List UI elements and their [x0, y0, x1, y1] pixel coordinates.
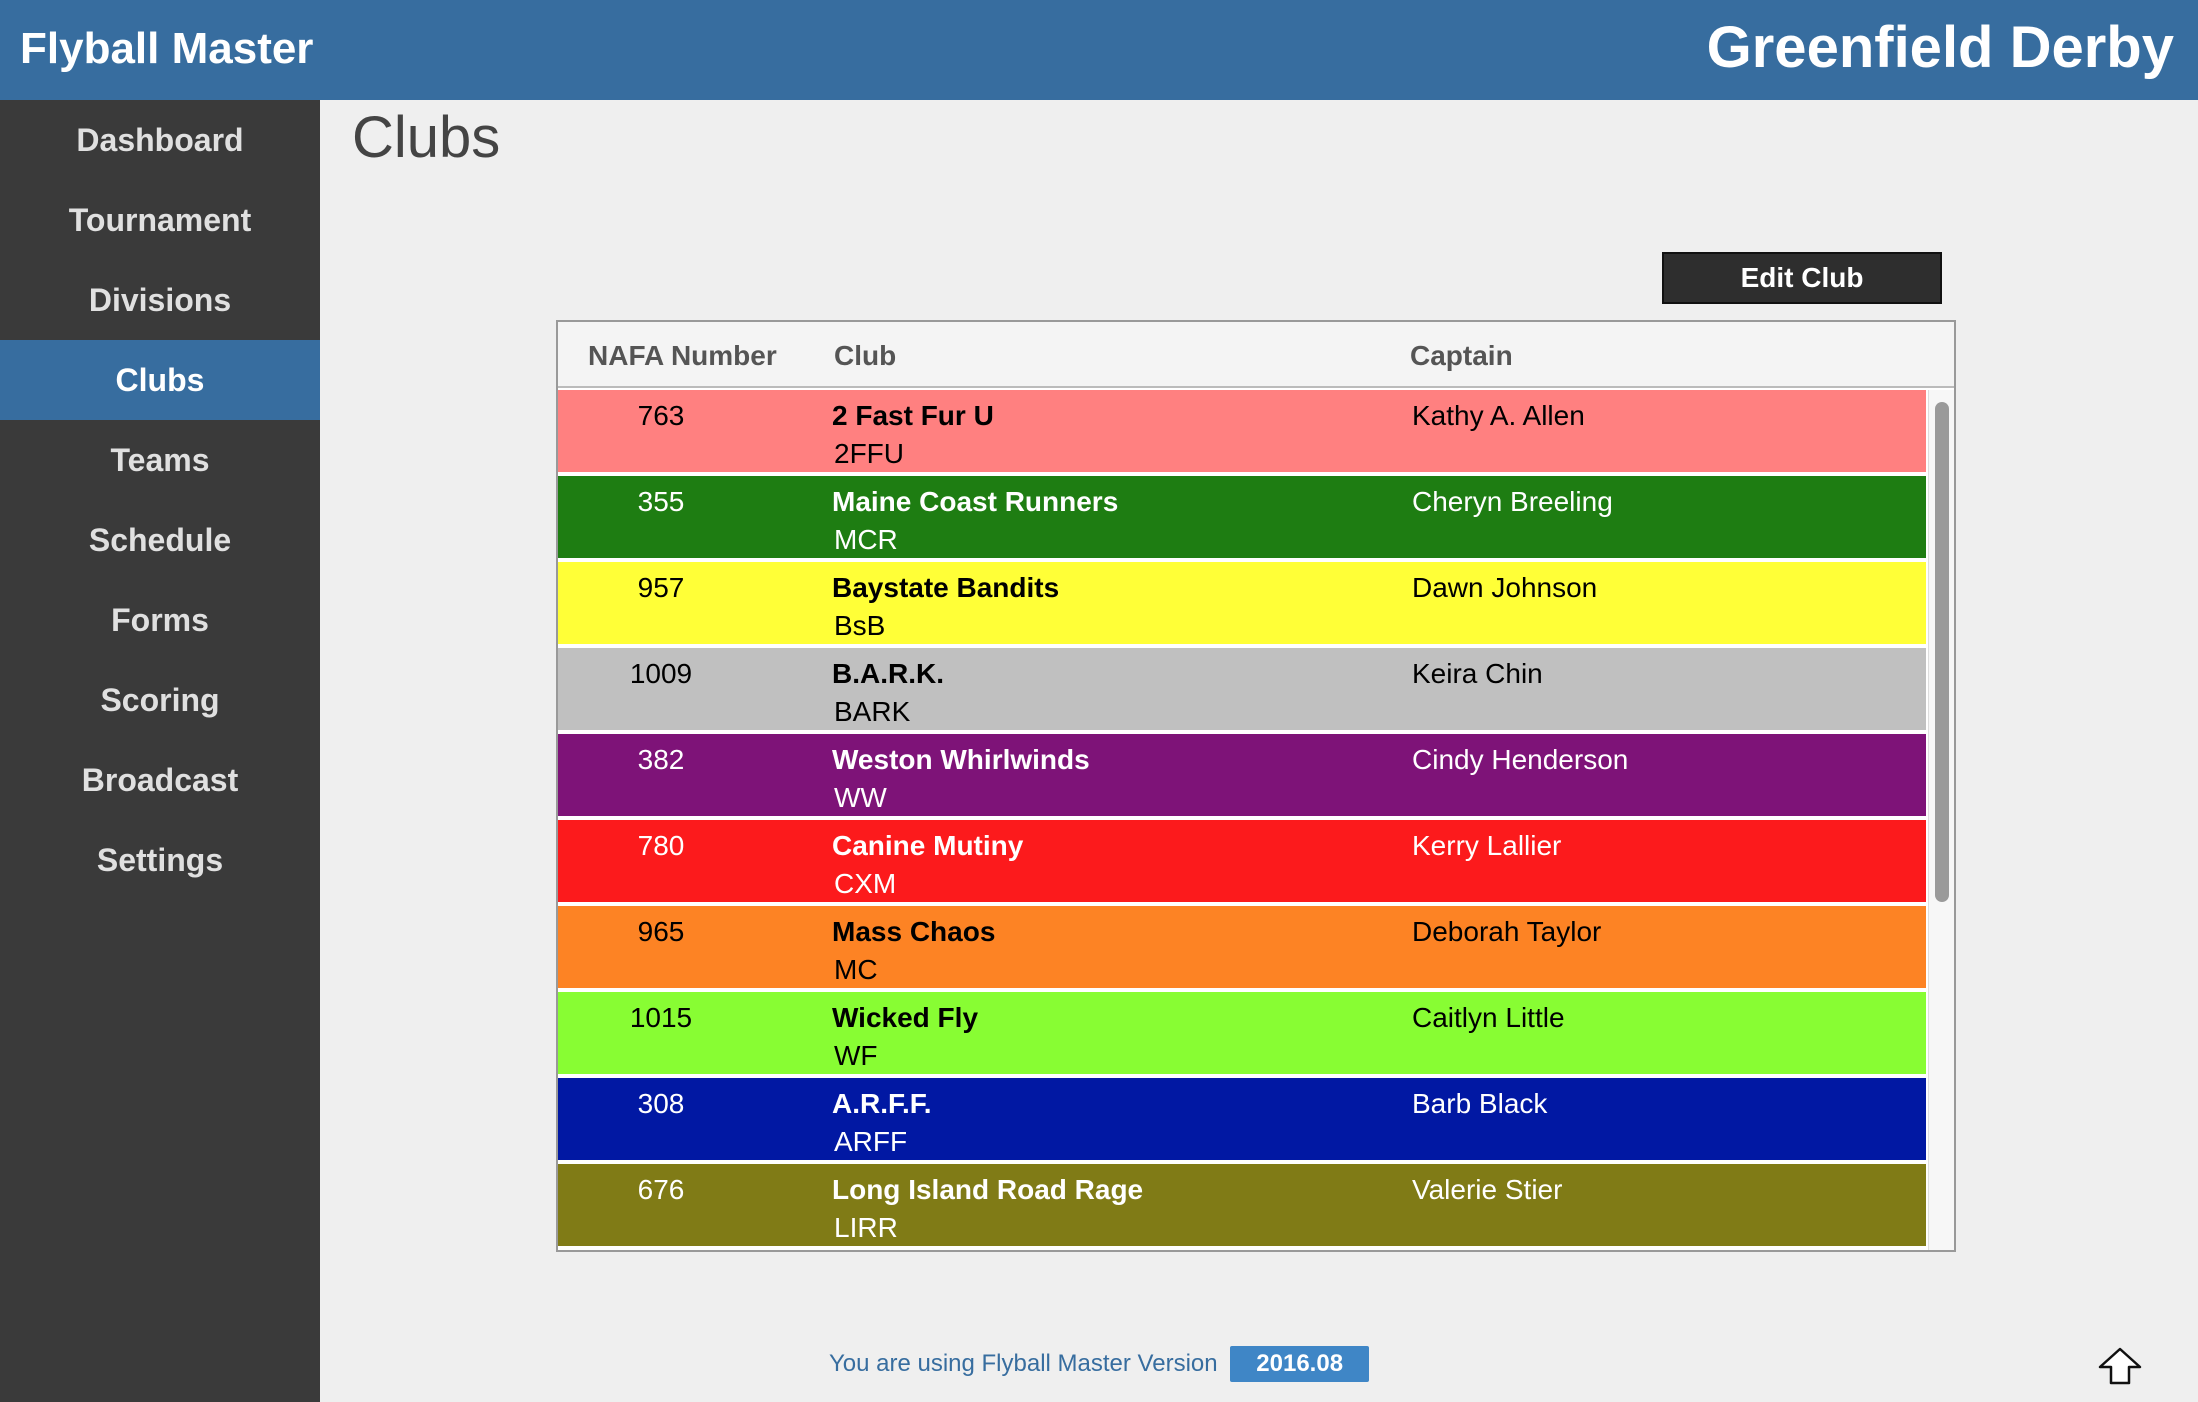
captain-cell: Deborah Taylor — [1412, 916, 1602, 947]
club-abbr-cell: BARK — [834, 696, 911, 727]
table-row[interactable]: 763 2 Fast Fur U 2FFU Kathy A. Allen — [558, 390, 1926, 472]
column-header-captain[interactable]: Captain — [1410, 340, 1513, 372]
nafa-number-cell: 355 — [637, 486, 685, 517]
nafa-number-cell: 957 — [637, 572, 685, 603]
sidebar-nav: Dashboard Tournament Divisions Clubs Teams Sc… — [0, 100, 320, 1402]
captain-cell: Valerie Stier — [1412, 1174, 1563, 1205]
nafa-number-cell: 382 — [637, 744, 685, 775]
scrollbar-thumb[interactable] — [1935, 402, 1949, 902]
club-name-cell: Wicked Fly — [832, 1002, 979, 1033]
sidebar-item-schedule[interactable]: Schedule — [0, 500, 320, 580]
version-badge: 2016.08 — [1230, 1346, 1370, 1382]
club-name-cell: Mass Chaos — [832, 916, 996, 947]
club-name-cell: Weston Whirlwinds — [832, 744, 1090, 775]
sidebar-item-forms[interactable]: Forms — [0, 580, 320, 660]
nafa-number-cell: 965 — [637, 916, 685, 947]
scrollbar[interactable] — [1928, 390, 1954, 1250]
clubs-table: NAFA Number Club Captain 763 2 Fast Fur U… — [556, 320, 1956, 1252]
nafa-number-cell: 676 — [637, 1174, 685, 1205]
column-header-club[interactable]: Club — [834, 340, 896, 372]
nafa-number-cell: 763 — [637, 400, 685, 431]
table-body: 763 2 Fast Fur U 2FFU Kathy A. Allen 355 Main… — [558, 390, 1926, 1248]
captain-cell: Cheryn Breeling — [1412, 486, 1613, 517]
nafa-number-cell: 780 — [637, 830, 685, 861]
captain-cell: Kathy A. Allen — [1412, 400, 1585, 431]
club-name-cell: Maine Coast Runners — [832, 486, 1119, 517]
sidebar-item-dashboard[interactable]: Dashboard — [0, 100, 320, 180]
sidebar-item-settings[interactable]: Settings — [0, 820, 320, 900]
club-name-cell: B.A.R.K. — [832, 658, 944, 689]
sidebar-item-tournament[interactable]: Tournament — [0, 180, 320, 260]
edit-club-button[interactable]: Edit Club — [1662, 252, 1942, 304]
version-text: You are using Flyball Master Version — [828, 1350, 1218, 1377]
club-abbr-cell: LIRR — [834, 1212, 898, 1243]
table-row[interactable]: 1009 B.A.R.K. BARK Keira Chin — [558, 648, 1926, 730]
table-header: NAFA Number Club Captain — [558, 322, 1954, 388]
club-abbr-cell: CXM — [834, 868, 897, 899]
sidebar-item-teams[interactable]: Teams — [0, 420, 320, 500]
club-name-cell: 2 Fast Fur U — [832, 400, 994, 431]
club-name-cell: Long Island Road Rage — [832, 1174, 1144, 1205]
captain-cell: Caitlyn Little — [1412, 1002, 1565, 1033]
sidebar-item-clubs[interactable]: Clubs — [0, 340, 320, 420]
club-abbr-cell: MCR — [834, 524, 898, 555]
club-name-cell: Baystate Bandits — [832, 572, 1060, 603]
sidebar-item-scoring[interactable]: Scoring — [0, 660, 320, 740]
event-title: Greenfield Derby — [1706, 15, 2174, 80]
table-row[interactable]: 780 Canine Mutiny CXM Kerry Lallier — [558, 820, 1926, 902]
nafa-number-cell: 1009 — [629, 658, 693, 689]
nafa-number-cell: 308 — [637, 1088, 685, 1119]
club-abbr-cell: BsB — [834, 610, 886, 641]
nafa-number-cell: 1015 — [629, 1002, 693, 1033]
captain-cell: Cindy Henderson — [1412, 744, 1629, 775]
sidebar-item-broadcast[interactable]: Broadcast — [0, 740, 320, 820]
footer: You are using Flyball Master Version 201… — [0, 1346, 2198, 1382]
captain-cell: Dawn Johnson — [1412, 572, 1598, 603]
sidebar-item-divisions[interactable]: Divisions — [0, 260, 320, 340]
table-row[interactable]: 308 A.R.F.F. ARFF Barb Black — [558, 1078, 1926, 1160]
club-name-cell: Canine Mutiny — [832, 830, 1024, 861]
club-abbr-cell: WW — [834, 782, 887, 813]
table-row[interactable]: 1015 Wicked Fly WF Caitlyn Little — [558, 992, 1926, 1074]
club-abbr-cell: ARFF — [834, 1126, 908, 1157]
table-row[interactable]: 957 Baystate Bandits BsB Dawn Johnson — [558, 562, 1926, 644]
captain-cell: Kerry Lallier — [1412, 830, 1562, 861]
table-row[interactable]: 382 Weston Whirlwinds WW Cindy Henderson — [558, 734, 1926, 816]
club-name-cell: A.R.F.F. — [832, 1088, 932, 1119]
table-row[interactable]: 965 Mass Chaos MC Deborah Taylor — [558, 906, 1926, 988]
captain-cell: Barb Black — [1412, 1088, 1548, 1119]
club-abbr-cell: WF — [834, 1040, 878, 1071]
table-row[interactable]: 355 Maine Coast Runners MCR Cheryn Breeling — [558, 476, 1926, 558]
column-header-nafa[interactable]: NAFA Number — [588, 340, 777, 372]
table-row[interactable]: 676 Long Island Road Rage LIRR Valerie Stie… — [558, 1164, 1926, 1246]
club-abbr-cell: MC — [834, 954, 878, 985]
app-title: Flyball Master — [20, 24, 314, 73]
captain-cell: Keira Chin — [1412, 658, 1543, 689]
up-arrow-icon[interactable] — [2096, 1346, 2144, 1386]
page-title: Clubs — [352, 105, 501, 170]
club-abbr-cell: 2FFU — [834, 438, 904, 469]
top-bar: Flyball Master Greenfield Derby — [0, 0, 2198, 100]
